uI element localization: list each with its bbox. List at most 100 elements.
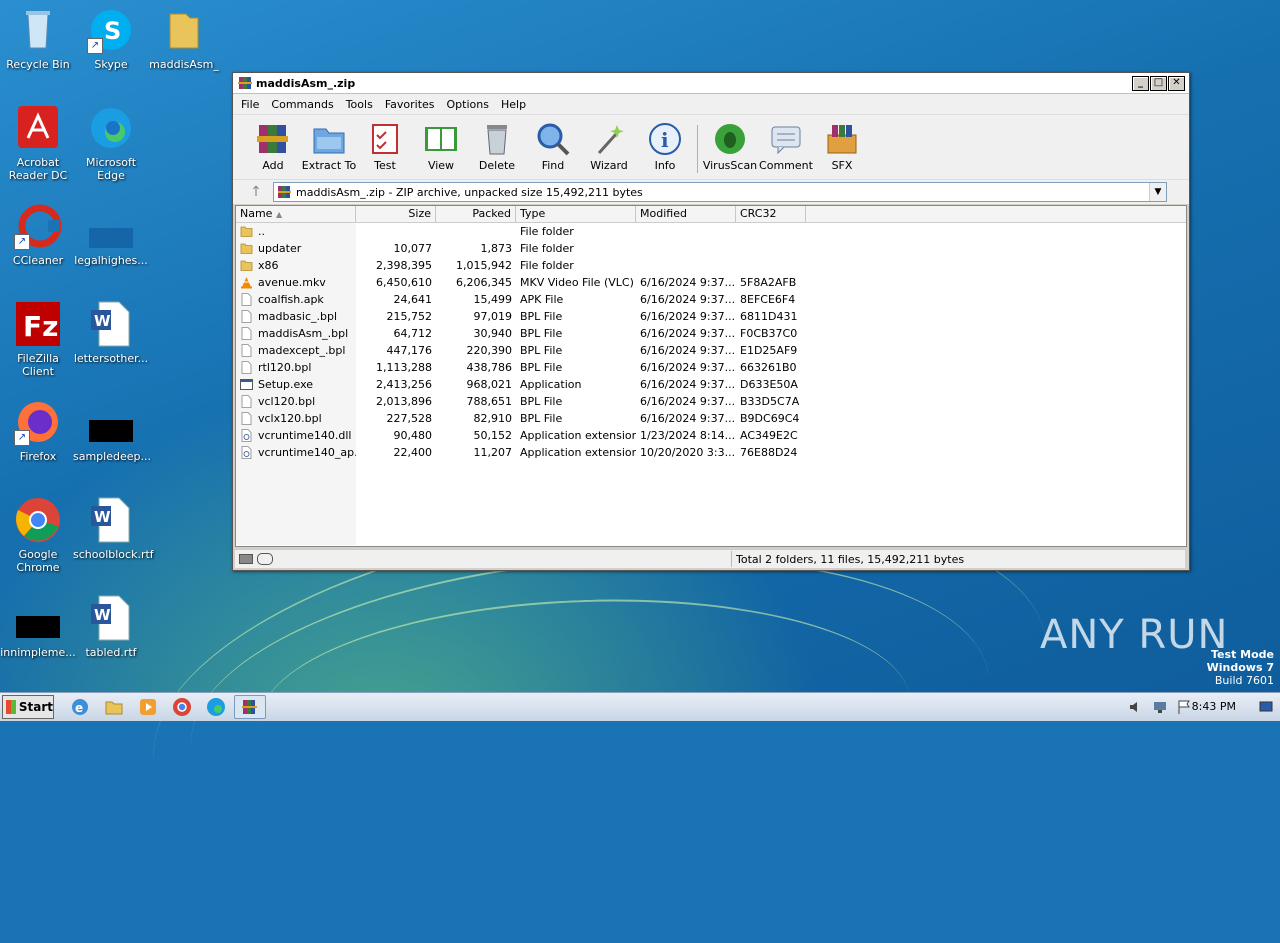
desktop-icon-legalhighes[interactable]: legalhighes... <box>73 202 149 267</box>
desktop-icon-acrobat[interactable]: Acrobat Reader DC <box>0 104 76 182</box>
column-name[interactable]: Name ▲ <box>236 206 356 222</box>
key-icon <box>257 553 273 565</box>
file-row[interactable]: vcruntime140_ap... 22,400 11,207 Applicatio… <box>236 444 1186 461</box>
file-packed: 968,021 <box>466 378 513 391</box>
file-row[interactable]: Setup.exe 2,413,256 968,021 Application 6/16… <box>236 376 1186 393</box>
file-name-cell: vcl120.bpl <box>236 395 356 408</box>
toolbar-separator <box>697 125 698 173</box>
dll-icon <box>240 446 253 459</box>
up-arrow-icon[interactable]: ↑ <box>245 182 267 202</box>
clock[interactable]: 8:43 PM <box>1192 700 1236 713</box>
file-row[interactable]: madexcept_.bpl 447,176 220,390 BPL File 6/16… <box>236 342 1186 359</box>
find-button[interactable]: Find <box>525 117 581 172</box>
volume-icon[interactable] <box>1128 699 1144 715</box>
desktop-icon-sampledeep[interactable]: sampledeep... <box>73 398 151 463</box>
add-button[interactable]: Add <box>245 117 301 172</box>
desktop-icon-chrome[interactable]: Google Chrome <box>0 496 76 574</box>
desktop-icon-lettersother[interactable]: W lettersother... <box>73 300 149 365</box>
menu-favorites[interactable]: Favorites <box>379 98 441 111</box>
menu-file[interactable]: File <box>235 98 265 111</box>
file-row[interactable]: updater 10,077 1,873 File folder <box>236 240 1186 257</box>
info-button[interactable]: i Info <box>637 117 693 172</box>
virusscan-button[interactable]: VirusScan <box>702 117 758 172</box>
file-row[interactable]: vcl120.bpl 2,013,896 788,651 BPL File 6/16/2… <box>236 393 1186 410</box>
file-crc32: 6811D431 <box>740 310 798 323</box>
file-row[interactable]: x86 2,398,395 1,015,942 File folder <box>236 257 1186 274</box>
column-crc32[interactable]: CRC32 <box>736 206 806 222</box>
file-type: Application <box>520 378 582 391</box>
media-player-icon[interactable] <box>138 697 158 717</box>
desktop-icon-schoolblock[interactable]: W schoolblock.rtf <box>73 496 154 561</box>
file-packed: 6,206,345 <box>456 276 512 289</box>
title-bar[interactable]: maddisAsm_.zip _ □ ✕ <box>233 73 1189 94</box>
internet-explorer-icon[interactable]: e <box>70 697 90 717</box>
file-list[interactable]: Name ▲ Size Packed Type Modified CRC32 .… <box>235 205 1187 547</box>
sfx-button[interactable]: SFX <box>814 117 870 172</box>
file-row[interactable]: coalfish.apk 24,641 15,499 APK File 6/16/202… <box>236 291 1186 308</box>
view-button[interactable]: View <box>413 117 469 172</box>
chevron-down-icon[interactable]: ▼ <box>1149 183 1166 201</box>
desktop-icon-skype[interactable]: S ↗ Skype <box>73 6 149 71</box>
extract-to-button[interactable]: Extract To <box>301 117 357 172</box>
network-icon[interactable] <box>1152 699 1168 715</box>
file-row[interactable]: avenue.mkv 6,450,610 6,206,345 MKV Video Fi… <box>236 274 1186 291</box>
status-text: Total 2 folders, 11 files, 15,492,211 by… <box>736 552 965 566</box>
file-name: madexcept_.bpl <box>258 344 346 357</box>
winrar-window[interactable]: maddisAsm_.zip _ □ ✕ File Commands Tools… <box>232 72 1190 571</box>
desktop-icon-label: legalhighes... <box>74 254 148 267</box>
desktop-icon-edge[interactable]: Microsoft Edge <box>73 104 149 182</box>
column-type[interactable]: Type <box>516 206 636 222</box>
desktop-icon-filezilla[interactable]: Fz FileZilla Client <box>0 300 76 378</box>
file-row[interactable]: rtl120.bpl 1,113,288 438,786 BPL File 6/16/2… <box>236 359 1186 376</box>
desktop-icon-maddisasm[interactable]: maddisAsm_ <box>146 6 222 71</box>
chrome-icon <box>14 496 62 544</box>
close-button[interactable]: ✕ <box>1168 76 1185 91</box>
info-icon: i <box>647 121 683 157</box>
test-button[interactable]: Test <box>357 117 413 172</box>
column-packed[interactable]: Packed <box>436 206 516 222</box>
minimize-button[interactable]: _ <box>1132 76 1149 91</box>
explorer-folder-icon[interactable] <box>104 697 124 717</box>
start-button[interactable]: Start <box>2 695 54 719</box>
menu-commands[interactable]: Commands <box>265 98 339 111</box>
action-center-flag-icon[interactable] <box>1176 699 1192 715</box>
show-desktop-icon[interactable] <box>1258 699 1274 715</box>
file-name-cell: avenue.mkv <box>236 276 356 289</box>
menu-tools[interactable]: Tools <box>340 98 379 111</box>
file-type: Application extension <box>520 446 636 459</box>
file-row[interactable]: maddisAsm_.bpl 64,712 30,940 BPL File 6/16/2… <box>236 325 1186 342</box>
file-name: x86 <box>258 259 279 272</box>
chrome-icon[interactable] <box>172 697 192 717</box>
file-icon <box>240 361 253 374</box>
file-row[interactable]: vclx120.bpl 227,528 82,910 BPL File 6/16/202… <box>236 410 1186 427</box>
menu-help[interactable]: Help <box>495 98 532 111</box>
desktop-icon-tabled[interactable]: W tabled.rtf <box>73 594 149 659</box>
start-label: Start <box>18 700 53 714</box>
file-row[interactable]: .. File folder <box>236 223 1186 240</box>
desktop-icon-firefox[interactable]: ↗ Firefox <box>0 398 76 463</box>
address-field[interactable]: maddisAsm_.zip - ZIP archive, unpacked s… <box>273 182 1167 202</box>
file-row[interactable]: vcruntime140.dll 90,480 50,152 Application … <box>236 427 1186 444</box>
file-row[interactable]: madbasic_.bpl 215,752 97,019 BPL File 6/16/2… <box>236 308 1186 325</box>
desktop-icon-innimpleme[interactable]: innimpleme... <box>0 594 76 659</box>
column-size[interactable]: Size <box>356 206 436 222</box>
column-modified[interactable]: Modified <box>636 206 736 222</box>
desktop-icon-recycle-bin[interactable]: Recycle Bin <box>0 6 76 71</box>
menu-options[interactable]: Options <box>441 98 495 111</box>
file-modified: 6/16/2024 9:37... <box>640 276 736 289</box>
desktop-icon-label: sampledeep... <box>73 450 151 463</box>
desktop-icon-ccleaner[interactable]: ↗ CCleaner <box>0 202 76 267</box>
file-crc32: AC349E2C <box>740 429 798 442</box>
file-packed: 82,910 <box>473 412 513 425</box>
file-name: maddisAsm_.bpl <box>258 327 349 340</box>
winrar-taskbar-button[interactable] <box>234 695 266 719</box>
file-type: File folder <box>520 259 574 272</box>
comment-button[interactable]: Comment <box>758 117 814 172</box>
folder-icon <box>160 6 208 54</box>
file-type: BPL File <box>520 310 563 323</box>
comment-icon <box>768 121 804 157</box>
maximize-button[interactable]: □ <box>1150 76 1167 91</box>
wizard-button[interactable]: Wizard <box>581 117 637 172</box>
edge-icon[interactable] <box>206 697 226 717</box>
delete-button[interactable]: Delete <box>469 117 525 172</box>
